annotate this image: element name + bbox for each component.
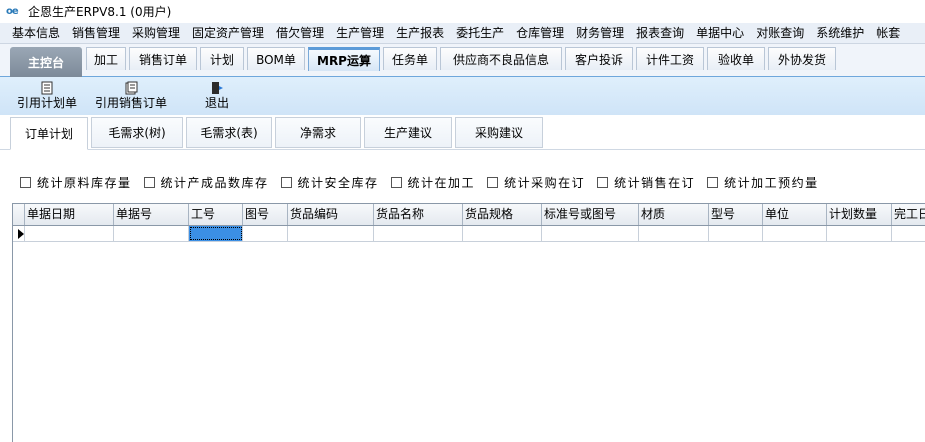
- ref-plan-button[interactable]: 引用计划单: [17, 80, 77, 111]
- menu-purchase[interactable]: 采购管理: [126, 23, 186, 43]
- tab-order-plan[interactable]: 订单计划: [10, 117, 88, 150]
- menu-fixed-assets[interactable]: 固定资产管理: [186, 23, 270, 43]
- tab-processing[interactable]: 加工: [86, 47, 126, 70]
- cell-model[interactable]: [709, 226, 763, 241]
- cell-item-name[interactable]: [374, 226, 463, 241]
- tab-plan[interactable]: 计划: [200, 47, 244, 70]
- row-indicator-header: [13, 204, 25, 225]
- col-item-spec[interactable]: 货品规格: [463, 204, 542, 225]
- menu-basic-info[interactable]: 基本信息: [0, 23, 66, 43]
- window-title: 企恩生产ERPV8.1 (0用户): [28, 5, 172, 19]
- menu-outsourcing[interactable]: 委托生产: [450, 23, 510, 43]
- col-material[interactable]: 材质: [639, 204, 709, 225]
- menu-borrow[interactable]: 借欠管理: [270, 23, 330, 43]
- tab-sales-order[interactable]: 销售订单: [129, 47, 197, 70]
- cell-completion-date[interactable]: [892, 226, 925, 241]
- tab-mrp[interactable]: MRP运算: [308, 47, 380, 71]
- menu-warehouse[interactable]: 仓库管理: [510, 23, 570, 43]
- col-doc-date[interactable]: 单据日期: [25, 204, 114, 225]
- col-job-number[interactable]: 工号: [189, 204, 243, 225]
- tab-outsource-delivery[interactable]: 外协发货: [768, 47, 836, 70]
- ref-plan-label: 引用计划单: [17, 96, 78, 110]
- cell-plan-quantity[interactable]: [827, 226, 892, 241]
- filter-purchase-on-order[interactable]: 统计采购在订: [487, 174, 585, 191]
- checkbox[interactable]: [597, 176, 609, 188]
- exit-label: 退出: [205, 96, 230, 110]
- col-doc-number[interactable]: 单据号: [114, 204, 189, 225]
- filter-raw-material-stock[interactable]: 统计原料库存量: [20, 174, 132, 191]
- menu-accounts[interactable]: 帐套: [870, 23, 906, 43]
- menu-sales[interactable]: 销售管理: [66, 23, 126, 43]
- order-plan-panel: 统计原料库存量 统计产成品数库存 统计安全库存 统计在加工 统计采购在订 统计销…: [0, 151, 925, 442]
- home-tab[interactable]: 主控台: [10, 47, 82, 77]
- tab-net-demand[interactable]: 净需求: [275, 117, 361, 148]
- checkbox[interactable]: [143, 176, 155, 188]
- checkbox[interactable]: [280, 176, 292, 188]
- tab-gross-demand-tree[interactable]: 毛需求(树): [91, 117, 183, 148]
- current-row-arrow-icon: [18, 229, 24, 239]
- filter-finished-goods-stock[interactable]: 统计产成品数库存: [143, 174, 269, 191]
- ref-sales-order-label: 引用销售订单: [95, 96, 168, 110]
- sales-order-icon: [124, 80, 138, 95]
- exit-button[interactable]: 退出: [205, 80, 229, 111]
- checkbox[interactable]: [20, 176, 31, 188]
- cell-standard-number[interactable]: [542, 226, 639, 241]
- menu-document-center[interactable]: 单据中心: [690, 23, 750, 43]
- menu-production-reports[interactable]: 生产报表: [390, 23, 450, 43]
- filter-options: 统计原料库存量 统计产成品数库存 统计安全库存 统计在加工 统计采购在订 统计销…: [0, 173, 925, 191]
- app-logo-icon: oe: [6, 5, 19, 17]
- order-plan-grid[interactable]: 单据日期 单据号 工号 图号 货品编码 货品名称 货品规格 标准号或图号 材质 …: [12, 203, 925, 442]
- cell-item-code[interactable]: [288, 226, 374, 241]
- filter-sales-on-order[interactable]: 统计销售在订: [597, 174, 695, 191]
- col-item-code[interactable]: 货品编码: [288, 204, 374, 225]
- checkbox[interactable]: [487, 176, 499, 188]
- tab-acceptance[interactable]: 验收单: [707, 47, 765, 70]
- menu-bar: 基本信息 销售管理 采购管理 固定资产管理 借欠管理 生产管理 生产报表 委托生…: [0, 23, 925, 44]
- tab-piece-wage[interactable]: 计件工资: [636, 47, 704, 70]
- col-item-name[interactable]: 货品名称: [374, 204, 463, 225]
- checkbox[interactable]: [390, 176, 402, 188]
- filter-in-process[interactable]: 统计在加工: [390, 174, 476, 191]
- cell-job-number-selected[interactable]: [189, 226, 243, 241]
- row-indicator: [13, 226, 25, 241]
- menu-system[interactable]: 系统维护: [810, 23, 870, 43]
- col-standard-number[interactable]: 标准号或图号: [542, 204, 639, 225]
- col-drawing-number[interactable]: 图号: [243, 204, 288, 225]
- ref-sales-order-button[interactable]: 引用销售订单: [95, 80, 167, 111]
- toolbar: 引用计划单 引用销售订单 退出: [0, 77, 925, 115]
- table-row[interactable]: [13, 226, 925, 242]
- col-plan-quantity[interactable]: 计划数量: [827, 204, 892, 225]
- cell-doc-number[interactable]: [114, 226, 189, 241]
- tab-task-order[interactable]: 任务单: [383, 47, 437, 70]
- menu-finance[interactable]: 财务管理: [570, 23, 630, 43]
- checkbox[interactable]: [707, 176, 719, 188]
- tab-supplier-defects[interactable]: 供应商不良品信息: [440, 47, 562, 70]
- cell-drawing-number[interactable]: [243, 226, 288, 241]
- title-bar: oe 企恩生产ERPV8.1 (0用户): [0, 0, 925, 23]
- plan-list-icon: [40, 80, 54, 95]
- cell-doc-date[interactable]: [25, 226, 114, 241]
- sub-tab-bar: 订单计划 毛需求(树) 毛需求(表) 净需求 生产建议 采购建议: [0, 115, 925, 150]
- filter-processing-reserved[interactable]: 统计加工预约量: [707, 174, 819, 191]
- filter-safety-stock[interactable]: 统计安全库存: [280, 174, 379, 191]
- cell-item-spec[interactable]: [463, 226, 542, 241]
- tab-complaints[interactable]: 客户投诉: [565, 47, 633, 70]
- exit-door-icon: [210, 80, 224, 95]
- grid-header: 单据日期 单据号 工号 图号 货品编码 货品名称 货品规格 标准号或图号 材质 …: [13, 204, 925, 226]
- col-unit[interactable]: 单位: [763, 204, 827, 225]
- col-model[interactable]: 型号: [709, 204, 763, 225]
- cell-material[interactable]: [639, 226, 709, 241]
- module-tab-bar: 主控台 加工 销售订单 计划 BOM单 MRP运算 任务单 供应商不良品信息 客…: [0, 44, 925, 77]
- cell-unit[interactable]: [763, 226, 827, 241]
- tab-purchase-suggestion[interactable]: 采购建议: [455, 117, 543, 148]
- menu-report-query[interactable]: 报表查询: [630, 23, 690, 43]
- menu-production[interactable]: 生产管理: [330, 23, 390, 43]
- tab-bom[interactable]: BOM单: [247, 47, 305, 70]
- col-completion-date[interactable]: 完工日: [892, 204, 925, 225]
- menu-reconciliation[interactable]: 对账查询: [750, 23, 810, 43]
- tab-production-suggestion[interactable]: 生产建议: [364, 117, 452, 148]
- tab-gross-demand-table[interactable]: 毛需求(表): [186, 117, 272, 148]
